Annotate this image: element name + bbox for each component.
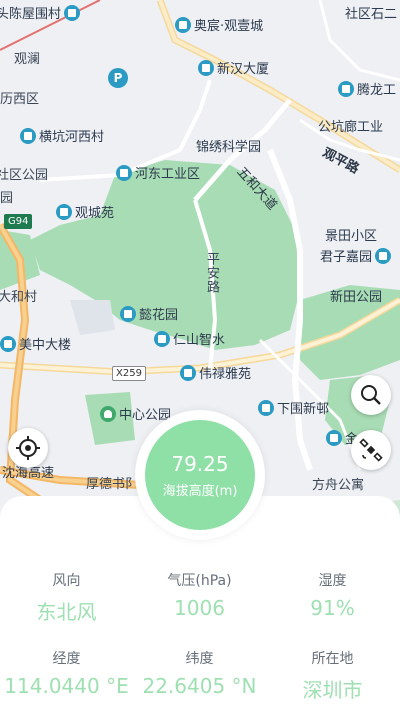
stat-humidity-label: 湿度 — [318, 573, 347, 589]
poi-fangzhou[interactable]: 方舟公寓 — [312, 474, 364, 493]
building-icon — [0, 335, 16, 352]
poi-yuan[interactable]: 园 — [0, 187, 13, 206]
poi-xiawei[interactable]: 下围新邨 — [258, 398, 329, 417]
stat-wind-label: 风向 — [52, 573, 81, 589]
shield-g94: G94 — [4, 214, 33, 229]
poi-xinhan[interactable]: 新汉大厦 — [198, 58, 269, 77]
poi-chenwu[interactable]: 头陈屋围村 — [0, 3, 83, 22]
building-icon — [154, 330, 170, 347]
poi-aochen[interactable]: 奥宸·观壹城 — [175, 15, 263, 34]
stat-longitude: 经度 114.0440 °E — [0, 648, 133, 698]
building-icon — [326, 429, 342, 446]
road-label-pingan: 平安路 — [204, 252, 219, 294]
building-icon — [338, 80, 354, 97]
building-icon — [180, 364, 196, 381]
poi-meizhong[interactable]: 美中大楼 — [0, 334, 71, 353]
poi-guanlan[interactable]: 观澜 — [14, 48, 40, 67]
stat-pressure: 气压(hPa) 1006 — [133, 570, 266, 620]
building-icon — [116, 164, 132, 181]
poi-hedong[interactable]: 河东工业区 — [116, 163, 200, 182]
poi-junzi[interactable]: 君子嘉园 — [320, 246, 394, 265]
poi-weilu[interactable]: 伟禄雅苑 — [180, 363, 251, 382]
building-icon — [198, 59, 214, 76]
stat-location-label: 所在地 — [311, 651, 354, 667]
stat-wind: 风向 东北风 — [0, 570, 133, 625]
building-icon — [175, 16, 191, 33]
stat-location-value: 深圳市 — [302, 678, 363, 702]
stat-pressure-label: 气压(hPa) — [167, 573, 232, 589]
search-icon — [361, 385, 381, 405]
stat-latitude: 纬度 22.6405 °N — [133, 648, 266, 698]
stat-humidity-value: 91% — [310, 596, 355, 620]
poi-zhongxin[interactable]: 中心公园 — [100, 404, 171, 423]
stat-longitude-value: 114.0440 °E — [4, 674, 129, 698]
poi-jingtian[interactable]: 景田小区 — [325, 225, 377, 244]
locate-button[interactable] — [8, 428, 48, 468]
altitude-value: 79.25 — [171, 451, 229, 476]
poi-hengkeng[interactable]: 横坑河西村 — [20, 126, 104, 145]
poi-yihua[interactable]: 懿花园 — [120, 304, 178, 323]
poi-guancheng[interactable]: 观城苑 — [56, 202, 114, 221]
poi-shequ[interactable]: 社区石二 — [345, 3, 397, 22]
poi-tenglong[interactable]: 腾龙工 — [338, 79, 396, 98]
search-button[interactable] — [351, 375, 391, 415]
poi-houde[interactable]: 厚德书阝 — [86, 473, 138, 492]
building-icon — [258, 399, 274, 416]
parking-icon: P — [108, 68, 128, 88]
shield-x259: X259 — [112, 366, 146, 381]
poi-xintian[interactable]: 新田公园 — [330, 286, 382, 305]
building-icon — [120, 305, 136, 322]
poi-dahe[interactable]: 大和村 — [0, 286, 37, 305]
building-icon — [56, 203, 72, 220]
satellite-icon — [359, 438, 383, 462]
poi-renshan[interactable]: 仁山智水 — [154, 329, 225, 348]
building-icon — [375, 247, 392, 264]
stat-pressure-value: 1006 — [174, 596, 225, 620]
stat-humidity: 湿度 91% — [266, 570, 399, 620]
stat-latitude-value: 22.6405 °N — [142, 674, 257, 698]
park-icon — [100, 405, 116, 422]
locate-crosshair-icon — [16, 436, 40, 460]
poi-gongkang[interactable]: 公坑廊工业 — [318, 116, 383, 135]
poi-lishi[interactable]: 历西区 — [0, 88, 39, 107]
poi-jinxiu[interactable]: 锦绣科学园 — [196, 136, 261, 155]
building-icon — [64, 4, 81, 21]
stat-location: 所在地 深圳市 — [266, 648, 399, 703]
stat-wind-value: 东北风 — [36, 600, 97, 624]
satellite-button[interactable] — [351, 430, 391, 470]
poi-shequ2[interactable]: 社区公园 — [0, 164, 48, 183]
stat-longitude-label: 经度 — [52, 651, 81, 667]
stat-latitude-label: 纬度 — [185, 651, 214, 667]
altitude-display: 79.25 海拔高度(m) — [145, 420, 255, 530]
altitude-label: 海拔高度(m) — [162, 483, 238, 499]
building-icon — [20, 127, 36, 144]
